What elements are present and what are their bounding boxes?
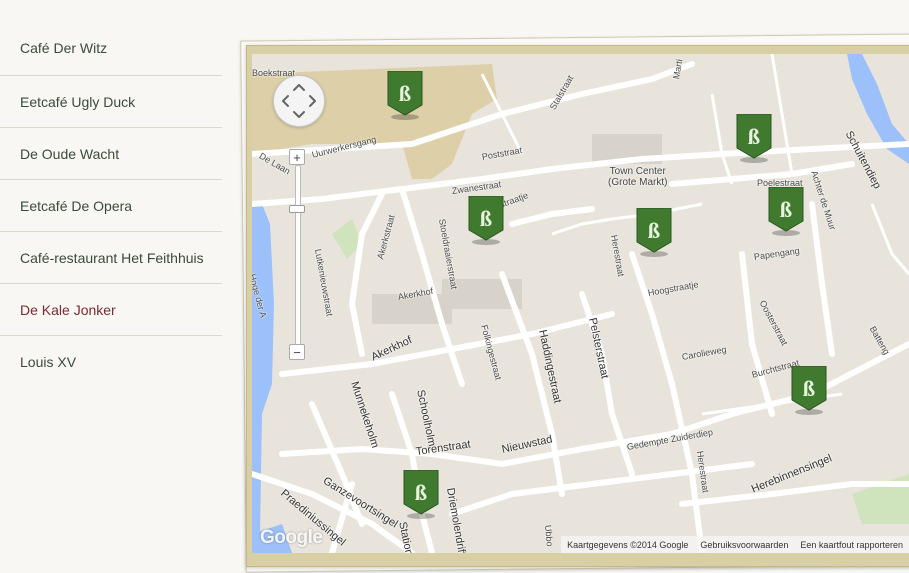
zoom-slider-track[interactable] bbox=[295, 165, 301, 347]
attribution-copyright: Kaartgegevens ©2014 Google bbox=[567, 539, 689, 550]
town-center-label-line1: Town Center bbox=[609, 166, 666, 177]
town-center-label-line2: (Grote Markt) bbox=[608, 177, 668, 188]
svg-text:ß: ß bbox=[480, 206, 492, 231]
marker-3[interactable]: ß bbox=[636, 208, 672, 258]
map-tiles bbox=[252, 54, 909, 553]
street-label-ubbo: Ubbo bbox=[543, 524, 555, 547]
report-map-error-link[interactable]: Een kaartfout rapporteren bbox=[794, 540, 909, 550]
marker-6[interactable]: ß bbox=[791, 366, 827, 416]
map-canvas[interactable]: Boekstraat Uurwerkersgang De Laan Hoge d… bbox=[252, 54, 909, 553]
venue-item-kale-jonker[interactable]: De Kale Jonker bbox=[0, 284, 222, 336]
svg-text:ß: ß bbox=[648, 218, 660, 243]
terms-link[interactable]: Gebruiksvoorwaarden bbox=[694, 540, 794, 550]
google-logo: Google bbox=[260, 527, 323, 548]
venue-item-de-opera[interactable]: Eetcafé De Opera bbox=[0, 180, 222, 232]
pan-control[interactable] bbox=[273, 75, 325, 127]
marker-1[interactable]: ß bbox=[387, 71, 423, 121]
venue-list-items: Café Der Witz Eetcafé Ugly Duck De Oude … bbox=[0, 0, 222, 388]
marker-5[interactable]: ß bbox=[768, 187, 804, 237]
venue-item-oude-wacht[interactable]: De Oude Wacht bbox=[0, 128, 222, 180]
town-center-label: Town Center (Grote Markt) bbox=[608, 166, 667, 188]
zoom-in-button[interactable]: + bbox=[289, 149, 305, 165]
svg-text:ß: ß bbox=[399, 81, 411, 106]
marker-4[interactable]: ß bbox=[736, 114, 772, 164]
zoom-slider-handle[interactable] bbox=[289, 205, 305, 213]
svg-text:ß: ß bbox=[780, 197, 792, 222]
svg-text:ß: ß bbox=[748, 124, 760, 149]
pan-arrows-icon bbox=[282, 84, 316, 118]
venue-list: Café Der Witz Eetcafé Ugly Duck De Oude … bbox=[0, 0, 222, 388]
svg-text:ß: ß bbox=[803, 376, 815, 401]
zoom-out-button[interactable]: − bbox=[289, 344, 305, 360]
venue-item-ugly-duck[interactable]: Eetcafé Ugly Duck bbox=[0, 76, 222, 128]
venue-item-cafe-der-witz[interactable]: Café Der Witz bbox=[0, 22, 222, 76]
venue-item-feithhuis[interactable]: Café-restaurant Het Feithhuis bbox=[0, 232, 222, 284]
venue-item-louis-xv[interactable]: Louis XV bbox=[0, 336, 222, 388]
marker-2[interactable]: ß bbox=[468, 196, 504, 246]
map-attribution: Kaartgegevens ©2014 Google Gebruiksvoorw… bbox=[561, 536, 909, 553]
marker-7[interactable]: ß bbox=[403, 470, 439, 520]
svg-text:ß: ß bbox=[415, 480, 427, 505]
